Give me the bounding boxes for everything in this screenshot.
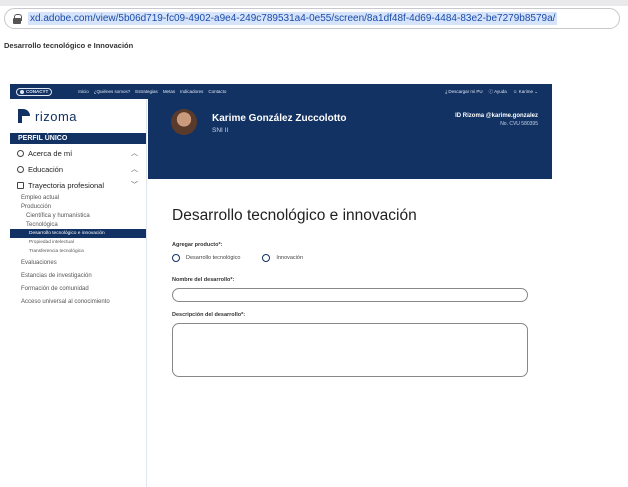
sidebar-item-formacion[interactable]: Formación de comunidad [10,282,146,295]
sidebar-section-acerca-text: Acerca de mí [28,148,73,158]
profile-header: Karime González Zuccolotto SNI II ID Riz… [148,99,552,179]
avatar [171,109,197,135]
app-frame: CONACYT Inicio ¿Quiénes somos? Estrategi… [10,84,552,487]
lock-icon [13,13,22,24]
sidebar-item-produccion[interactable]: Producción [10,202,146,211]
radio-innovacion[interactable] [262,254,271,262]
cvu-number: No. CVU 580395 [500,121,538,127]
browser-top-strip [0,0,628,6]
download-label: Descargar mi PU [448,89,483,94]
user-circle-icon [17,149,24,157]
sidebar-item-tecnologica[interactable]: Tecnológica [10,220,146,229]
descripcion-desarrollo-label: Descripción del desarrollo*: [172,312,246,318]
nav-link-estrategias[interactable]: Estrategias [135,89,158,94]
nav-link-inicio[interactable]: Inicio [78,89,89,94]
agregar-producto-label: Agregar producto*: [172,242,223,248]
nav-link-quienes-somos[interactable]: ¿Quiénes somos? [94,89,131,94]
chevron-up-icon: ︿ [131,166,138,173]
help-label: Ayuda [494,88,507,94]
sidebar-item-cientifica[interactable]: Científica y humanística [10,211,146,220]
chevron-down-icon: ﹀ [131,182,138,189]
nav-link-indicadores[interactable]: Indicadores [180,89,203,94]
conacyt-logo-text: CONACYT [26,89,49,94]
conacyt-logo[interactable]: CONACYT [16,87,53,96]
rizoma-id: ID Rizoma @karime.gonzalez [455,113,538,119]
radio-desarrollo-tecnologico-label: Desarrollo tecnológico [186,255,241,261]
user-menu-label: Karime [518,88,533,94]
sidebar-section-trayectoria[interactable]: Trayectoria profesional ﹀ [10,177,146,193]
rizoma-logo-text: rizoma [35,108,78,124]
radio-desarrollo-tecnologico[interactable] [172,254,180,262]
sidebar-item-transferencia[interactable]: Transferencia tecnológica [10,247,146,256]
sidebar-item-evaluaciones[interactable]: Evaluaciones [10,256,146,269]
url-text[interactable]: xd.adobe.com/view/5b06d719-fc09-4902-a9e… [28,12,558,25]
chevron-down-icon: ⌄ [534,88,538,94]
nav-link-contacto[interactable]: Contacto [208,89,226,94]
user-menu-button[interactable]: ☺ Karime ⌄ [513,89,538,95]
download-icon: ⤓ [445,89,448,94]
sidebar-section-trayectoria-label: Trayectoria profesional [17,181,104,190]
radio-innovacion-label: Innovación [276,255,304,261]
user-level: SNI II [212,127,229,134]
sidebar: rizoma PERFIL ÚNICO Acerca de mí ︿ Educa… [10,99,147,487]
document-title: Desarrollo tecnológico e Innovación [4,41,134,50]
nombre-desarrollo-input[interactable] [172,288,528,302]
sidebar-section-trayectoria-text: Trayectoria profesional [28,180,105,190]
help-button[interactable]: ⓘ Ayuda [489,89,507,95]
sidebar-item-estancias[interactable]: Estancias de investigación [10,269,146,282]
conacyt-logo-icon [20,89,24,94]
top-navigation: CONACYT Inicio ¿Quiénes somos? Estrategi… [10,84,552,99]
main-content: Desarrollo tecnológico e innovación Agre… [148,179,552,487]
sidebar-section-educacion[interactable]: Educación ︿ [10,161,146,177]
graduation-cap-icon [17,165,24,173]
sidebar-section-acerca[interactable]: Acerca de mí ︿ [10,145,146,161]
sidebar-item-empleo[interactable]: Empleo actual [10,193,146,202]
rizoma-logo-icon [18,109,30,123]
sidebar-item-propiedad[interactable]: Propiedad intelectual [10,238,146,247]
nombre-desarrollo-label: Nombre del desarrollo*: [172,277,235,283]
address-bar[interactable]: xd.adobe.com/view/5b06d719-fc09-4902-a9e… [4,8,620,29]
sidebar-section-educacion-text: Educación [28,164,64,174]
sidebar-section-educacion-label: Educación [17,165,63,174]
descripcion-desarrollo-textarea[interactable] [172,323,528,377]
perfil-unico-header: PERFIL ÚNICO [10,133,146,144]
sidebar-item-acceso[interactable]: Acceso universal al conocimiento [10,295,146,308]
sidebar-item-desarrollo[interactable]: Desarrollo tecnológico e innovación [10,229,146,238]
download-button[interactable]: ⤓ Descargar mi PU [445,89,483,94]
building-icon [17,181,24,189]
page-title: Desarrollo tecnológico e innovación [172,207,417,224]
chevron-up-icon: ︿ [131,150,138,157]
sidebar-menu: Acerca de mí ︿ Educación ︿ Trayectoria p… [10,145,146,308]
sidebar-section-acerca-label: Acerca de mí [17,149,72,158]
nav-actions: ⤓ Descargar mi PU ⓘ Ayuda ☺ Karime ⌄ [445,84,538,99]
user-icon: ☺ [512,88,518,94]
producto-radio-group: Desarrollo tecnológico Innovación [172,254,303,262]
help-icon: ⓘ [488,88,494,94]
rizoma-logo[interactable]: rizoma [10,99,146,133]
user-name: Karime González Zuccolotto [212,113,347,124]
nav-links: Inicio ¿Quiénes somos? Estrategias Metas… [78,89,226,94]
nav-link-metas[interactable]: Metas [163,89,175,94]
